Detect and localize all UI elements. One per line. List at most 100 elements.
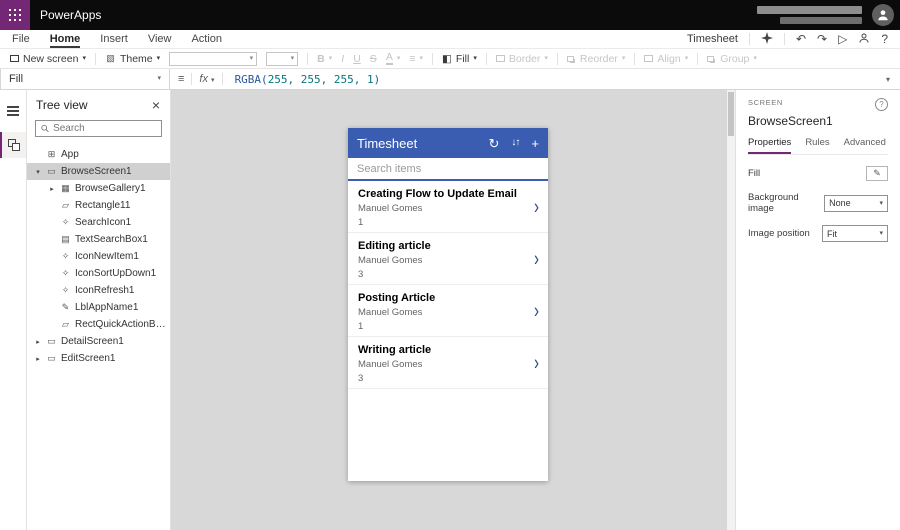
tree-item-label: TextSearchBox1: [75, 234, 148, 245]
gallery-item-2[interactable]: Editing article Manuel Gomes 3 ›: [348, 233, 548, 285]
tree-search-input[interactable]: [53, 123, 156, 134]
hamburger-menu-button[interactable]: [0, 98, 26, 124]
tree-view-rail-button[interactable]: [0, 132, 26, 158]
font-color-button[interactable]: A▾: [386, 52, 401, 65]
selected-control-type: SCREEN: [748, 98, 783, 107]
gallery-item-1[interactable]: Creating Flow to Update Email Manuel Gom…: [348, 181, 548, 233]
new-item-icon[interactable]: +: [531, 137, 539, 150]
magic-icon[interactable]: [761, 32, 773, 46]
formula-input[interactable]: RGBA(255, 255, 255, 1): [235, 73, 886, 86]
chevron-right-icon[interactable]: ›: [534, 351, 539, 375]
chevron-down-icon: ▾: [82, 55, 86, 62]
tree-view-panel: Tree view × ⊞ App ▾ ▭ BrowseScreen1 ▸ ▦ …: [27, 90, 171, 530]
play-preview-icon[interactable]: ▷: [838, 33, 847, 45]
bold-button[interactable]: B▾: [317, 53, 332, 65]
group-button[interactable]: Group ▾: [707, 53, 757, 65]
tree-search-box[interactable]: [35, 120, 162, 137]
theme-button[interactable]: ▧ Theme ▾: [105, 53, 160, 65]
waffle-menu-button[interactable]: [0, 0, 30, 30]
redo-icon[interactable]: ↷: [817, 33, 827, 45]
menu-bar: File Home Insert View Action Timesheet ↶…: [0, 30, 900, 49]
menu-action[interactable]: Action: [191, 30, 222, 48]
chevron-collapsed-icon[interactable]: ▸: [48, 185, 56, 193]
tree-item-textsearchbox1[interactable]: ▤ TextSearchBox1: [27, 231, 170, 248]
tab-properties[interactable]: Properties: [748, 137, 791, 154]
strikethrough-icon: S: [370, 53, 377, 65]
undo-icon[interactable]: ↶: [796, 33, 806, 45]
tree-item-rectangle11[interactable]: ▱ Rectangle11: [27, 197, 170, 214]
chevron-right-icon[interactable]: ›: [534, 195, 539, 219]
tab-advanced[interactable]: Advanced: [844, 137, 886, 154]
canvas-scrollbar[interactable]: [727, 90, 735, 530]
strikethrough-button[interactable]: S: [370, 53, 377, 65]
user-avatar[interactable]: [872, 4, 894, 26]
screen-preview[interactable]: Timesheet ↻ ↓↑ + Creating Flow to Update…: [348, 128, 548, 481]
design-canvas[interactable]: Timesheet ↻ ↓↑ + Creating Flow to Update…: [171, 90, 735, 530]
app-title-label[interactable]: Timesheet: [357, 136, 417, 151]
formula-menu-icon[interactable]: ≡: [178, 73, 184, 85]
icon-control-icon: ✧: [60, 251, 71, 262]
new-screen-button[interactable]: New screen ▾: [10, 53, 86, 65]
fx-label: fx: [199, 73, 208, 85]
background-image-select[interactable]: None ▾: [824, 195, 888, 212]
app-name[interactable]: PowerApps: [40, 8, 101, 22]
close-icon[interactable]: ×: [152, 98, 160, 112]
tab-rules[interactable]: Rules: [805, 137, 829, 154]
gallery-icon: ▦: [60, 183, 71, 194]
panel-help-icon[interactable]: ?: [875, 98, 888, 111]
help-icon[interactable]: ?: [881, 33, 888, 45]
app-header-bar[interactable]: Timesheet ↻ ↓↑ +: [348, 128, 548, 158]
fill-color-picker-button[interactable]: ✎: [866, 166, 888, 181]
chevron-collapsed-icon[interactable]: ▸: [34, 338, 42, 346]
tree-item-iconrefresh1[interactable]: ✧ IconRefresh1: [27, 282, 170, 299]
align-button[interactable]: Align ▾: [644, 53, 688, 65]
text-align-button[interactable]: ≡▾: [409, 53, 423, 65]
fx-button[interactable]: fx ▾: [199, 73, 214, 85]
chevron-right-icon[interactable]: ›: [534, 299, 539, 323]
tree-item-app[interactable]: ⊞ App: [27, 146, 170, 163]
share-icon[interactable]: [858, 32, 870, 46]
tree-item-label: IconNewItem1: [75, 251, 139, 262]
reorder-button[interactable]: Reorder ▾: [567, 53, 625, 65]
image-position-select[interactable]: Fit ▾: [822, 225, 888, 242]
tree-item-browsegallery1[interactable]: ▸ ▦ BrowseGallery1: [27, 180, 170, 197]
tree-item-searchicon1[interactable]: ✧ SearchIcon1: [27, 214, 170, 231]
fill-button[interactable]: ◧ Fill ▾: [442, 53, 477, 65]
gallery-item-4[interactable]: Writing article Manuel Gomes 3 ›: [348, 337, 548, 389]
property-select[interactable]: Fill ▾: [0, 69, 170, 90]
italic-button[interactable]: I: [341, 53, 344, 65]
refresh-icon[interactable]: ↻: [489, 137, 500, 150]
underline-button[interactable]: U: [353, 53, 361, 65]
menu-view[interactable]: View: [148, 30, 172, 48]
menu-file[interactable]: File: [12, 30, 30, 48]
fx-area: ≡ fx ▾: [170, 73, 231, 85]
left-icon-rail: [0, 90, 27, 530]
gallery-item-3[interactable]: Posting Article Manuel Gomes 1 ›: [348, 285, 548, 337]
app-search-input[interactable]: [357, 163, 539, 175]
tree-item-label: DetailScreen1: [61, 336, 124, 347]
tree-item-lblappname1[interactable]: ✎ LblAppName1: [27, 299, 170, 316]
divider: [432, 53, 433, 65]
hamburger-icon: [7, 106, 19, 116]
tree-item-editscreen1[interactable]: ▸ ▭ EditScreen1: [27, 350, 170, 367]
scrollbar-thumb[interactable]: [728, 92, 734, 136]
font-size-select[interactable]: ▾: [266, 52, 298, 66]
font-family-select[interactable]: ▾: [169, 52, 257, 66]
tree-item-iconsortupdown1[interactable]: ✧ IconSortUpDown1: [27, 265, 170, 282]
sort-icon[interactable]: ↓↑: [511, 138, 519, 148]
tree-item-iconnewitem1[interactable]: ✧ IconNewItem1: [27, 248, 170, 265]
chevron-expanded-icon[interactable]: ▾: [34, 168, 42, 176]
tree-item-detailscreen1[interactable]: ▸ ▭ DetailScreen1: [27, 333, 170, 350]
formula-expand-icon[interactable]: ▾: [886, 75, 900, 84]
chevron-collapsed-icon[interactable]: ▸: [34, 355, 42, 363]
chevron-right-icon[interactable]: ›: [534, 247, 539, 271]
gallery-item-subtitle: Manuel Gomes: [358, 359, 524, 370]
tree-item-rectquickactionbar1[interactable]: ▱ RectQuickActionBar1: [27, 316, 170, 333]
person-icon: [876, 8, 890, 22]
chevron-down-icon: ▾: [397, 55, 401, 62]
border-button[interactable]: Border ▾: [496, 53, 548, 65]
tree-item-browsescreen1[interactable]: ▾ ▭ BrowseScreen1: [27, 163, 170, 180]
menu-insert[interactable]: Insert: [100, 30, 128, 48]
app-search-box[interactable]: [348, 158, 548, 181]
menu-home[interactable]: Home: [50, 30, 81, 48]
